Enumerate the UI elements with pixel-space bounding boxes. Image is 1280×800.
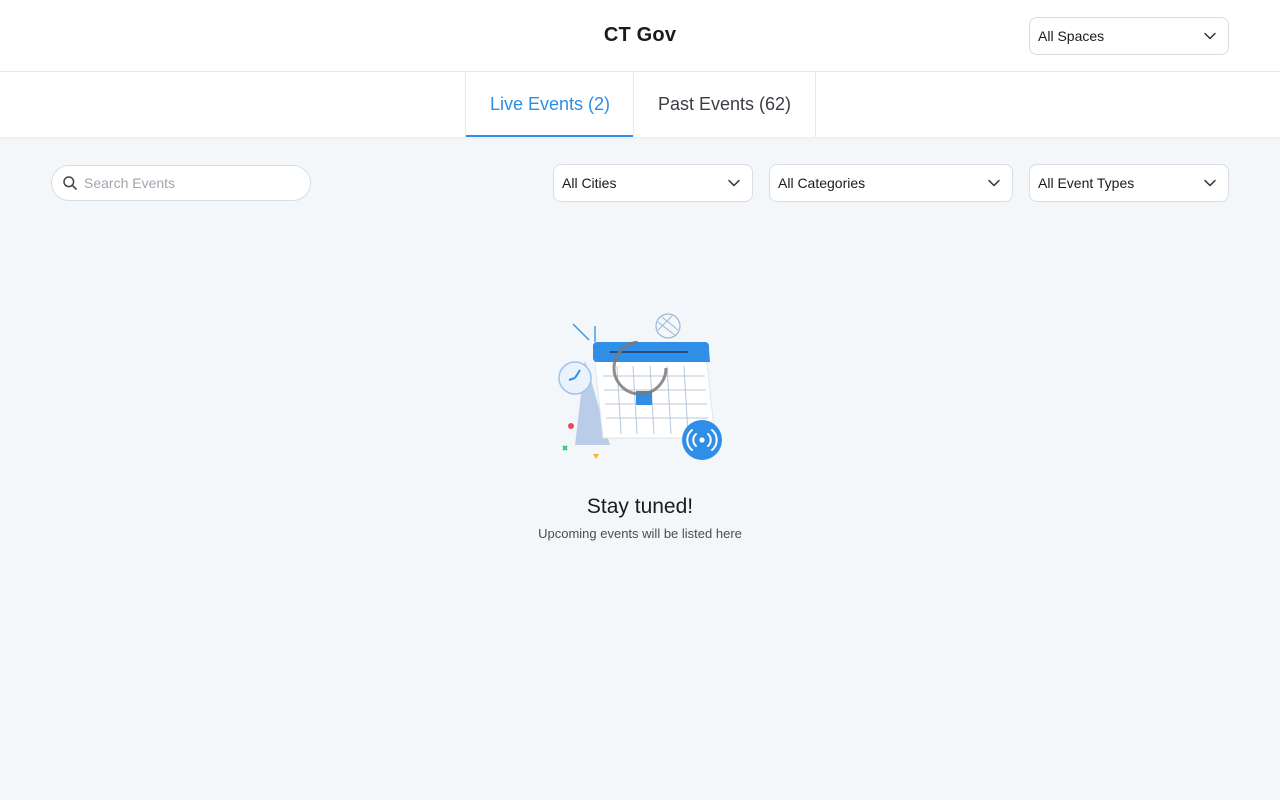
chevron-down-icon — [1202, 28, 1218, 44]
chevron-down-icon — [726, 175, 742, 191]
calendar-live-icon — [555, 310, 725, 465]
chevron-down-icon — [986, 175, 1002, 191]
empty-state-title: Stay tuned! — [586, 495, 694, 518]
tab-past-events[interactable]: Past Events (62) — [633, 72, 816, 137]
event-tabs: Live Events (2) Past Events (62) — [0, 72, 1280, 137]
cities-select-value: All Cities — [562, 175, 617, 191]
empty-state-subtitle: Upcoming events will be listed here — [538, 526, 742, 541]
tab-live-events[interactable]: Live Events (2) — [465, 72, 634, 137]
categories-select-value: All Categories — [778, 175, 866, 191]
search-icon — [62, 175, 78, 191]
search-input[interactable] — [84, 175, 294, 191]
chevron-down-icon — [1202, 175, 1218, 191]
categories-select[interactable]: All Categories — [769, 164, 1013, 202]
event-types-select-value: All Event Types — [1038, 175, 1135, 191]
spaces-select-value: All Spaces — [1038, 28, 1105, 44]
event-types-select[interactable]: All Event Types — [1029, 164, 1229, 202]
search-box[interactable] — [51, 165, 311, 201]
spaces-select[interactable]: All Spaces — [1029, 17, 1229, 55]
top-header: CT Gov All Spaces — [0, 0, 1280, 72]
cities-select[interactable]: All Cities — [553, 164, 753, 202]
